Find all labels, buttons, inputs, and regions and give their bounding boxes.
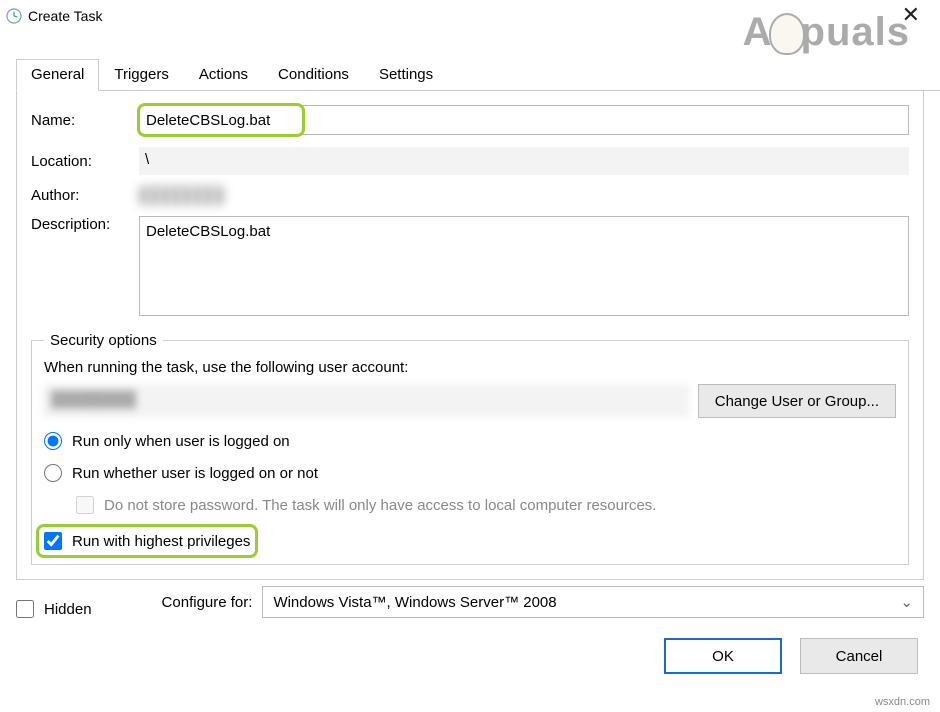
description-input[interactable]: [139, 216, 909, 316]
radio-run-whether[interactable]: Run whether user is logged on or not: [44, 464, 896, 482]
author-label: Author:: [31, 187, 139, 204]
ok-button[interactable]: OK: [664, 638, 782, 674]
tab-actions[interactable]: Actions: [184, 59, 263, 91]
titlebar: Create Task ✕: [0, 0, 940, 28]
change-user-button[interactable]: Change User or Group...: [698, 384, 896, 418]
tabs-bar: General Triggers Actions Conditions Sett…: [16, 58, 940, 91]
cancel-button[interactable]: Cancel: [800, 638, 918, 674]
radio-run-logged-on-label: Run only when user is logged on: [72, 433, 290, 450]
radio-run-whether-label: Run whether user is logged on or not: [72, 465, 318, 482]
location-label: Location:: [31, 153, 139, 170]
configure-for-select[interactable]: Windows Vista™, Windows Server™ 2008 ⌄: [262, 586, 924, 618]
security-options-group: Security options When running the task, …: [31, 332, 909, 565]
checkbox-hidden-input[interactable]: [16, 600, 34, 618]
tab-triggers[interactable]: Triggers: [99, 59, 183, 91]
location-value: \: [139, 147, 909, 175]
checkbox-hidden[interactable]: Hidden: [16, 600, 92, 618]
name-input[interactable]: [139, 105, 909, 135]
radio-run-logged-on-input[interactable]: [44, 432, 62, 450]
author-value: ████████: [139, 187, 224, 204]
checkbox-no-store-password-label: Do not store password. The task will onl…: [104, 497, 656, 514]
close-icon[interactable]: ✕: [902, 2, 920, 28]
small-watermark: wsxdn.com: [875, 696, 930, 708]
task-scheduler-icon: [6, 8, 22, 24]
checkbox-run-highest-label: Run with highest privileges: [72, 533, 250, 550]
checkbox-no-store-password: Do not store password. The task will onl…: [76, 496, 896, 514]
name-label: Name:: [31, 112, 139, 129]
checkbox-no-store-password-input: [76, 496, 94, 514]
tab-general[interactable]: General: [16, 59, 99, 91]
radio-run-logged-on[interactable]: Run only when user is logged on: [44, 432, 896, 450]
checkbox-hidden-label: Hidden: [44, 601, 92, 618]
radio-run-whether-input[interactable]: [44, 464, 62, 482]
window-title: Create Task: [28, 8, 102, 24]
bottom-row: Hidden Configure for: Windows Vista™, Wi…: [16, 580, 924, 628]
checkbox-run-highest-input[interactable]: [44, 532, 62, 550]
user-account-field: ████████: [44, 386, 688, 416]
configure-for-label: Configure for:: [162, 594, 253, 611]
tab-settings[interactable]: Settings: [364, 59, 448, 91]
general-panel: Name: Location: \ Author: ████████ Descr…: [16, 91, 924, 580]
security-legend: Security options: [44, 332, 163, 349]
description-label: Description:: [31, 216, 139, 233]
checkbox-run-highest[interactable]: Run with highest privileges: [44, 532, 250, 550]
tab-conditions[interactable]: Conditions: [263, 59, 364, 91]
chevron-down-icon: ⌄: [900, 593, 913, 611]
configure-for-value: Windows Vista™, Windows Server™ 2008: [273, 594, 556, 611]
footer-buttons: OK Cancel: [0, 628, 940, 688]
security-prompt: When running the task, use the following…: [44, 359, 896, 376]
